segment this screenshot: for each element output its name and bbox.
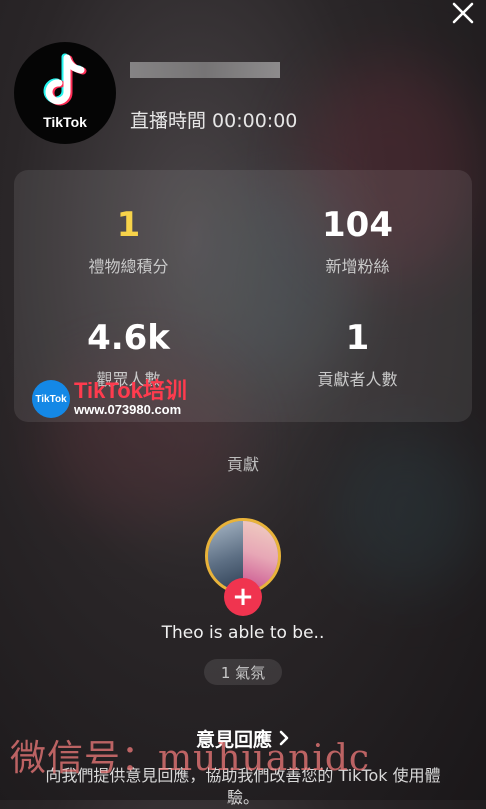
contributor-name: Theo is able to be..: [161, 623, 325, 643]
logo-text: TikTok: [43, 114, 87, 130]
stat-label: 新增粉絲: [325, 257, 390, 276]
stat-new-followers: 104 新增粉絲: [243, 205, 472, 277]
watermark-brand: TikTok培训: [74, 378, 187, 403]
close-button[interactable]: [448, 0, 478, 26]
follow-plus-button[interactable]: +: [224, 578, 262, 616]
stat-value: 1: [116, 205, 141, 245]
close-icon: [452, 2, 474, 24]
contribution-badge: 1 氣氛: [204, 659, 282, 685]
tiktok-note-icon: [43, 53, 87, 106]
stat-label: 禮物總積分: [88, 257, 169, 276]
bottom-watermark: 微信号：muhuanidc: [10, 738, 371, 779]
stat-label: 貢獻者人數: [317, 370, 398, 389]
overlay-watermark: TikTok TikTok培训 www.073980.com: [32, 380, 187, 418]
contributions-heading: 貢獻: [226, 455, 259, 474]
stat-value: 4.6k: [87, 318, 170, 358]
tiktok-logo: TikTok: [14, 42, 116, 144]
stat-gift-points: 1 禮物總積分: [14, 205, 243, 277]
stat-value: 104: [322, 205, 393, 245]
stat-value: 1: [345, 318, 370, 358]
stat-contributors: 1 貢獻者人數: [243, 318, 472, 390]
blurred-username: [130, 62, 280, 78]
live-duration: 直播時間 00:00:00: [130, 110, 298, 132]
watermark-url: www.073980.com: [74, 402, 182, 417]
watermark-logo: TikTok: [32, 380, 70, 418]
